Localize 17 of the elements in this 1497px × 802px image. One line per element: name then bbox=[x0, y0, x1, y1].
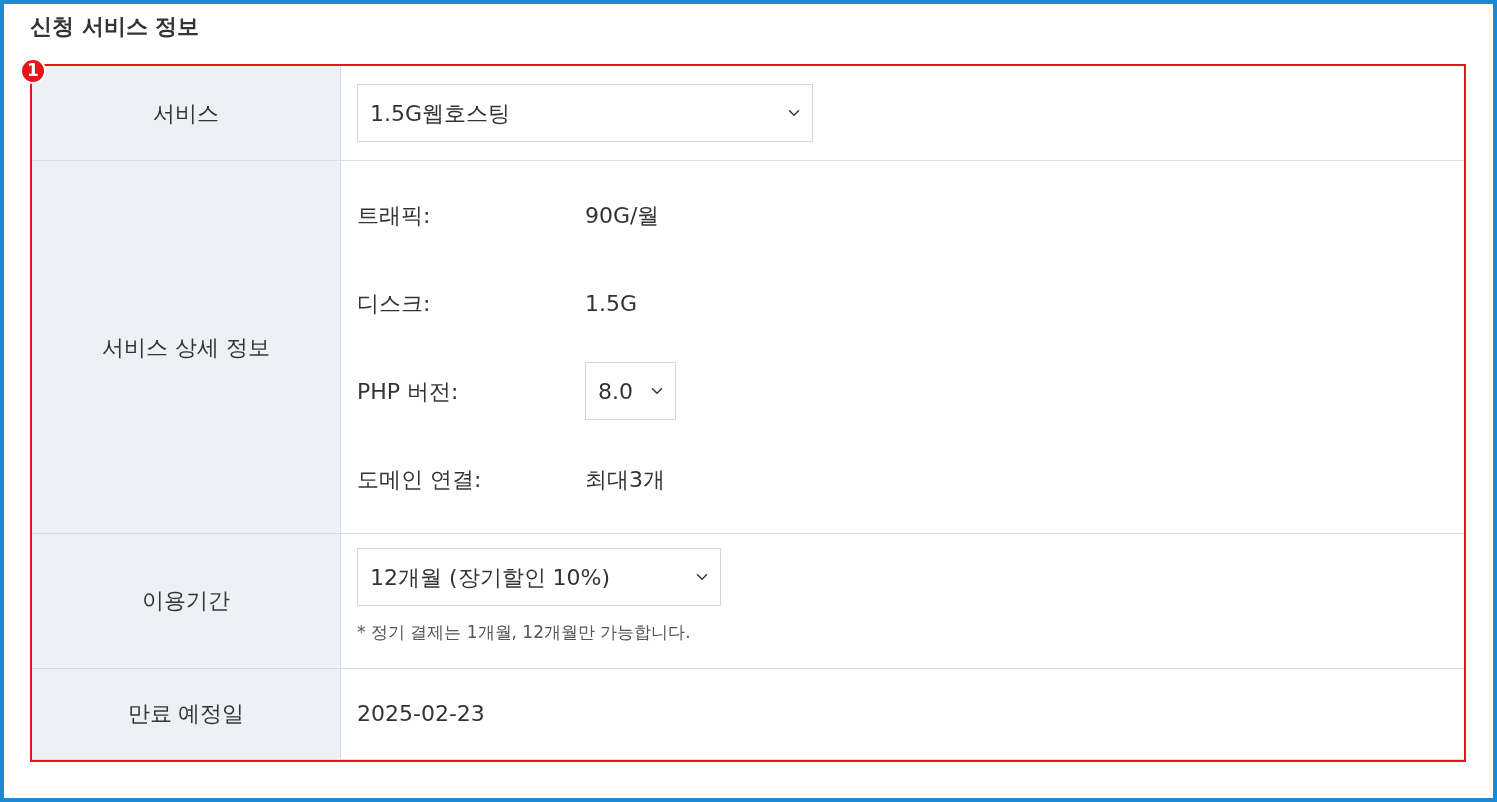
dropdown[interactable]: 8.0 bbox=[585, 362, 676, 420]
row-label: 서비스 상세 정보 bbox=[32, 161, 341, 533]
spec-label: PHP 버전: bbox=[357, 377, 460, 406]
spec-label: 디스크: bbox=[357, 289, 432, 318]
section-title: 신청 서비스 정보 bbox=[30, 13, 201, 41]
spec-value: 1.5G bbox=[585, 289, 638, 318]
field-value: 2025-02-23 bbox=[357, 700, 485, 728]
row-label: 이용기간 bbox=[32, 534, 341, 668]
spec-label: 트래픽: bbox=[357, 201, 432, 230]
dropdown[interactable]: 1.5G웹호스팅 bbox=[357, 84, 813, 142]
spec-label: 도메인 연결: bbox=[357, 465, 483, 494]
spec-value: 90G/월 bbox=[585, 201, 660, 230]
annotation-badge: 1 bbox=[20, 58, 46, 84]
note-text: * 정기 결제는 1개월, 12개월만 가능합니다. bbox=[357, 621, 692, 644]
dropdown[interactable]: 12개월 (장기할인 10%) bbox=[357, 548, 721, 606]
spec-value: 최대3개 bbox=[585, 465, 665, 494]
row-label: 만료 예정일 bbox=[32, 668, 341, 759]
